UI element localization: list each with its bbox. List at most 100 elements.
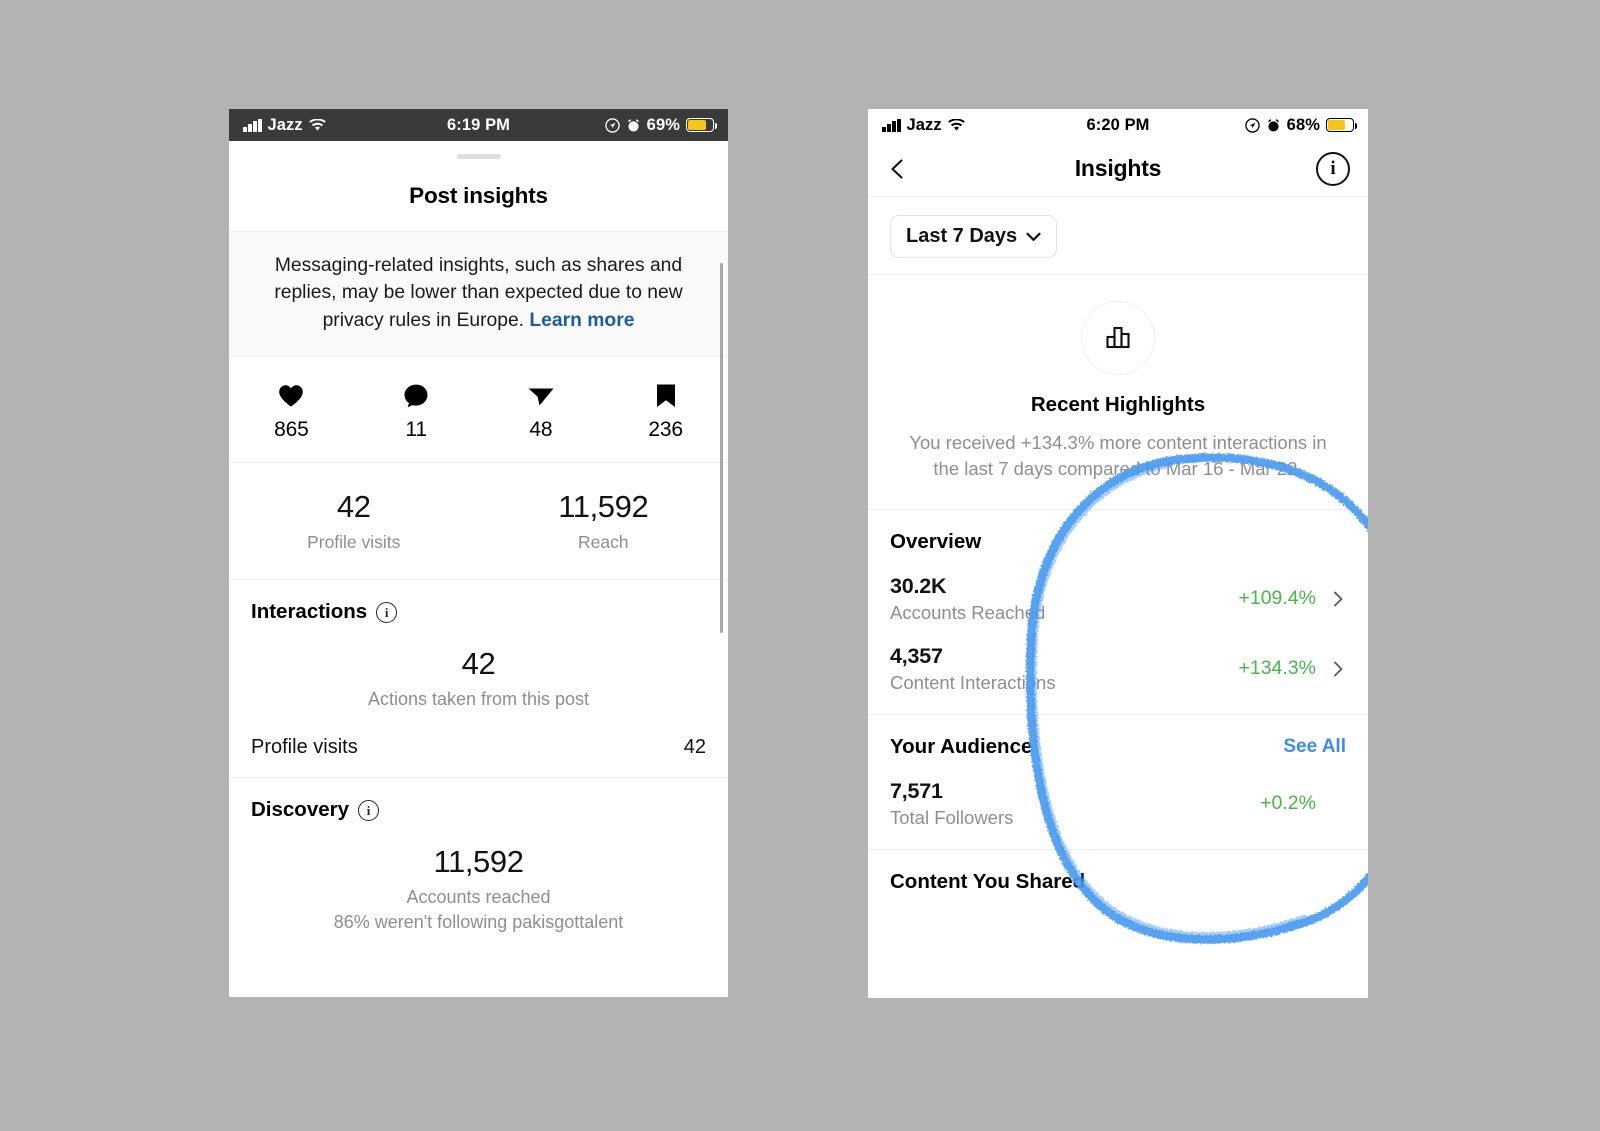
discovery-subcaption: 86% weren't following pakisgottalent xyxy=(333,912,624,933)
insights-navbar: Insights i xyxy=(868,141,1368,197)
chevron-right-icon xyxy=(1330,661,1346,677)
discovery-heading-row: Discovery i xyxy=(251,798,706,822)
post-insights-sheet: Post insights Messaging-related insights… xyxy=(229,141,728,997)
metric-value: 30.2K xyxy=(890,573,947,598)
metric-trailing: +0.2% xyxy=(1260,792,1346,815)
interactions-row-profile-visits: Profile visits 42 xyxy=(251,736,706,759)
wifi-icon xyxy=(308,118,326,132)
recent-highlights-body: You received +134.3% more content intera… xyxy=(909,432,1327,480)
screenshot-canvas: Jazz 6:19 PM 69% Post insights Messaging… xyxy=(0,0,1600,1131)
back-chevron-icon[interactable] xyxy=(886,157,910,181)
info-icon: i xyxy=(1316,151,1350,186)
metric-trailing: +109.4% xyxy=(1238,587,1346,610)
discovery-section: Discovery i 11,592 Accounts reached 86% … xyxy=(229,778,728,951)
recent-highlights-section: Recent Highlights You received +134.3% m… xyxy=(868,275,1368,510)
metric-caption: Accounts Reached xyxy=(890,601,1046,623)
nav-info-button[interactable]: i xyxy=(1316,151,1350,186)
date-range-dropdown[interactable]: Last 7 Days xyxy=(890,215,1058,258)
carrier-label: Jazz xyxy=(267,115,303,134)
discovery-heading: Discovery xyxy=(251,798,350,822)
interactions-section: Interactions i 42 Actions taken from thi… xyxy=(229,580,728,779)
summary-profile-visits: 42 Profile visits xyxy=(229,489,479,553)
metric-delta: +109.4% xyxy=(1238,587,1316,610)
alarm-clock-icon xyxy=(1266,118,1281,133)
date-range-label: Last 7 Days xyxy=(906,225,1018,247)
engagement-shares[interactable]: 48 xyxy=(479,381,604,442)
comments-count: 11 xyxy=(405,418,427,442)
bookmark-icon xyxy=(603,381,728,411)
metric-caption: Total Followers xyxy=(890,806,1014,828)
engagement-saves[interactable]: 236 xyxy=(603,381,728,442)
content-shared-heading-row: Content You Shared xyxy=(890,870,1346,894)
scrollbar-thumb[interactable] xyxy=(719,263,723,633)
bar-chart-icon-badge xyxy=(1081,301,1155,375)
summary-reach: 11,592 Reach xyxy=(479,489,729,553)
reach-label: Reach xyxy=(577,532,629,553)
reach-value: 11,592 xyxy=(558,489,649,525)
overview-section: Overview 30.2K Accounts Reached +109.4% … xyxy=(868,510,1368,715)
recent-highlights-title: Recent Highlights xyxy=(1030,393,1206,416)
summary-metrics-row: 42 Profile visits 11,592 Reach xyxy=(229,463,729,581)
battery-icon xyxy=(1326,118,1357,132)
carrier-label: Jazz xyxy=(906,115,942,134)
sheet-grabber-handle[interactable] xyxy=(456,154,501,159)
metric-value: 4,357 xyxy=(890,643,943,668)
info-icon[interactable]: i xyxy=(358,799,380,821)
profile-visits-label: Profile visits xyxy=(307,532,401,553)
phone-right-insights: Jazz 6:20 PM 68% Insights i Last 7 Days … xyxy=(868,109,1368,998)
metric-delta: +0.2% xyxy=(1260,792,1316,815)
likes-count: 865 xyxy=(274,418,309,442)
status-bar-right: Jazz 6:20 PM 68% xyxy=(868,109,1368,141)
heart-icon xyxy=(229,381,354,411)
metric-text: 4,357 Content Interactions xyxy=(890,644,1056,694)
page-title: Post insights xyxy=(409,183,548,208)
content-shared-heading: Content You Shared xyxy=(890,869,1086,893)
signal-bars-icon xyxy=(882,118,901,132)
shares-count: 48 xyxy=(529,418,553,442)
metric-caption: Content Interactions xyxy=(890,671,1056,693)
metric-delta: +134.3% xyxy=(1238,657,1316,680)
overview-row-accounts-reached[interactable]: 30.2K Accounts Reached +109.4% xyxy=(890,574,1346,624)
signal-bars-icon xyxy=(243,118,262,132)
metric-value: 7,571 xyxy=(890,778,943,803)
discovery-value: 11,592 xyxy=(433,844,524,880)
row-label: Profile visits xyxy=(251,736,358,759)
audience-heading-row: Your Audience See All xyxy=(890,735,1346,759)
your-audience-section: Your Audience See All 7,571 Total Follow… xyxy=(868,715,1368,850)
audience-row-total-followers[interactable]: 7,571 Total Followers +0.2% xyxy=(890,779,1346,829)
info-icon[interactable]: i xyxy=(376,601,398,623)
battery-icon xyxy=(686,118,717,132)
comment-icon xyxy=(354,381,479,411)
audience-heading: Your Audience xyxy=(890,734,1033,758)
phone-left-post-insights: Jazz 6:19 PM 69% Post insights Messaging… xyxy=(229,109,728,997)
date-filter-area: Last 7 Days xyxy=(868,197,1368,275)
alarm-clock-icon xyxy=(626,118,641,133)
wifi-icon xyxy=(947,118,965,132)
interactions-heading-row: Interactions i xyxy=(251,600,706,624)
interactions-caption: Actions taken from this post xyxy=(367,689,590,710)
interactions-value: 42 xyxy=(461,646,496,682)
see-all-link[interactable]: See All xyxy=(1283,736,1346,758)
engagement-comments[interactable]: 11 xyxy=(354,381,479,442)
privacy-notice-banner: Messaging-related insights, such as shar… xyxy=(229,231,728,358)
battery-percent-label: 69% xyxy=(646,115,680,134)
profile-visits-value: 42 xyxy=(336,489,371,525)
discovery-caption: Accounts reached xyxy=(406,887,551,908)
saves-count: 236 xyxy=(648,418,683,442)
row-value: 42 xyxy=(683,736,706,759)
chevron-down-icon xyxy=(1026,225,1041,248)
overview-heading-row: Overview xyxy=(890,530,1346,554)
battery-percent-label: 68% xyxy=(1286,115,1320,134)
learn-more-link[interactable]: Learn more xyxy=(529,310,634,331)
interactions-heading: Interactions xyxy=(251,600,368,624)
chevron-right-icon xyxy=(1330,591,1346,607)
metric-trailing: +134.3% xyxy=(1238,657,1346,680)
content-you-shared-section: Content You Shared xyxy=(868,850,1368,914)
overview-heading: Overview xyxy=(890,529,982,553)
overview-row-content-interactions[interactable]: 4,357 Content Interactions +134.3% xyxy=(890,644,1346,694)
metric-text: 30.2K Accounts Reached xyxy=(890,574,1045,624)
page-title: Insights xyxy=(1074,155,1162,181)
share-icon xyxy=(479,381,604,411)
engagement-likes[interactable]: 865 xyxy=(229,381,354,442)
engagement-icon-row: 865 11 48 236 xyxy=(229,357,728,464)
